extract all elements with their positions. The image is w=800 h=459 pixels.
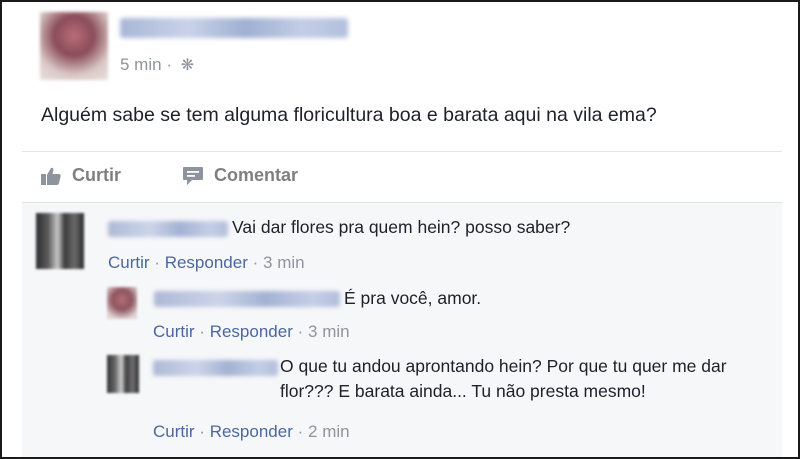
divider — [22, 151, 782, 152]
meta-separator: · — [297, 322, 304, 341]
speech-bubble-icon — [183, 166, 203, 185]
reply-like-link[interactable]: Curtir — [153, 322, 195, 341]
reply-text: É pra você, amor. — [344, 288, 482, 308]
reply-time[interactable]: 2 min — [308, 422, 350, 441]
reply-actions: Curtir · Responder · 2 min — [153, 422, 350, 442]
author-name-blurred[interactable] — [120, 18, 348, 38]
like-label: Curtir — [72, 165, 121, 185]
comment-button[interactable]: Comentar — [182, 165, 298, 186]
post: 5 min · ❋ Alguém sabe se tem alguma flor… — [2, 2, 798, 202]
comment-time[interactable]: 3 min — [263, 253, 305, 272]
reply-text: O que tu andou aprontando hein? Por que … — [280, 356, 727, 401]
thumbs-up-icon — [41, 167, 61, 185]
like-button[interactable]: Curtir — [40, 165, 121, 186]
comment-like-link[interactable]: Curtir — [108, 253, 150, 272]
comment-label: Comentar — [214, 165, 299, 185]
reply-avatar-blurred[interactable] — [107, 355, 139, 393]
post-text: Alguém sabe se tem alguma floricultura b… — [41, 104, 657, 126]
reply-name-blurred[interactable] — [153, 360, 278, 376]
commenter-avatar-blurred[interactable] — [36, 213, 84, 269]
reply-actions: Curtir · Responder · 3 min — [153, 322, 350, 342]
meta-separator: · — [252, 253, 259, 272]
commenter-name-blurred[interactable] — [108, 221, 228, 237]
reply-time[interactable]: 3 min — [308, 322, 350, 341]
meta-separator: · — [166, 55, 172, 74]
comment-text: Vai dar flores pra quem hein? posso sabe… — [232, 217, 571, 237]
post-time[interactable]: 5 min — [120, 55, 162, 74]
meta-separator: · — [199, 422, 205, 441]
gear-icon[interactable]: ❋ — [181, 55, 194, 75]
comment-actions: Curtir · Responder · 3 min — [108, 253, 305, 273]
facebook-post-screenshot: 5 min · ❋ Alguém sabe se tem alguma flor… — [0, 0, 800, 459]
meta-separator: · — [154, 253, 160, 272]
reply-name-blurred[interactable] — [154, 291, 340, 307]
reply-reply-link[interactable]: Responder — [210, 322, 293, 341]
comments-section: Vai dar flores pra quem hein? posso sabe… — [22, 202, 782, 457]
reply-like-link[interactable]: Curtir — [153, 422, 195, 441]
meta-separator: · — [199, 322, 205, 341]
meta-separator: · — [297, 422, 304, 441]
post-meta: 5 min · ❋ — [120, 55, 194, 75]
author-avatar-blurred[interactable] — [40, 12, 108, 80]
reply-reply-link[interactable]: Responder — [210, 422, 293, 441]
reply-avatar-blurred[interactable] — [107, 287, 137, 319]
comment-reply-link[interactable]: Responder — [165, 253, 248, 272]
